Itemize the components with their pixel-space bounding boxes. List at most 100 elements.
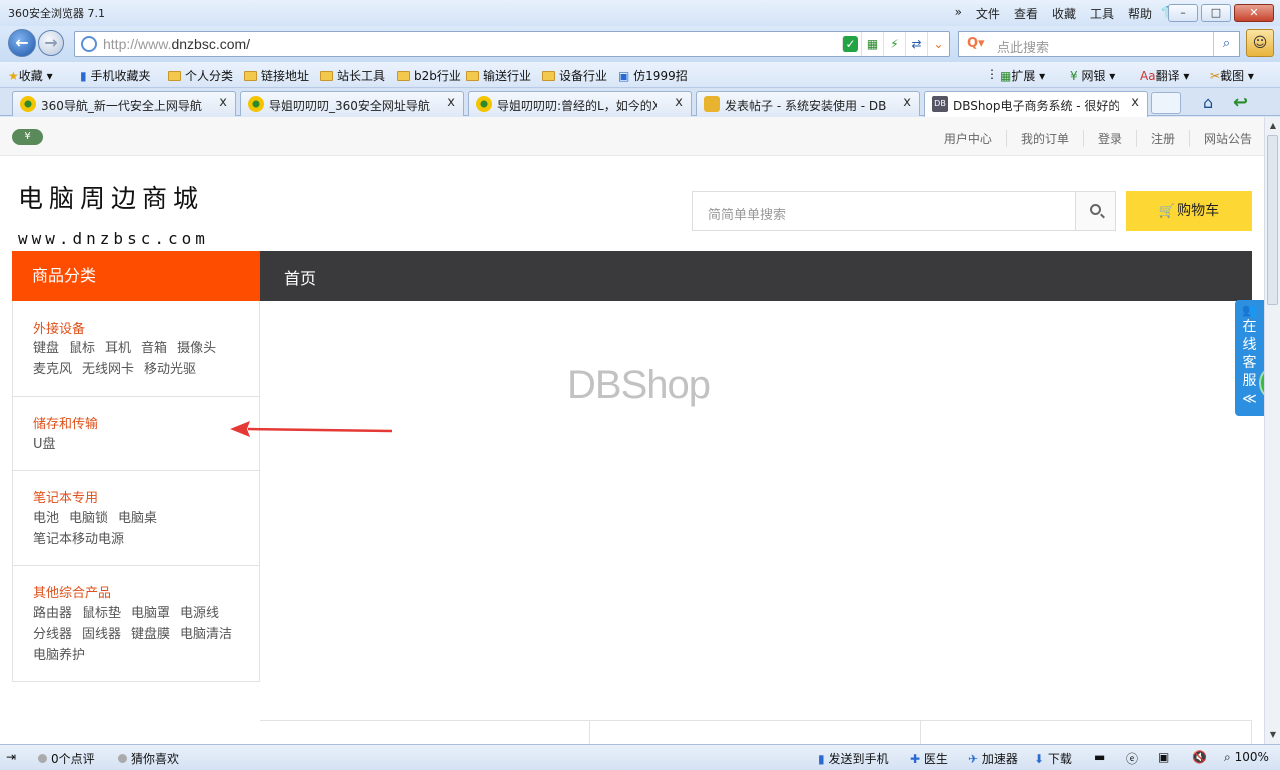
- refresh-icon[interactable]: ⇄: [905, 32, 927, 56]
- comments-link[interactable]: 0个点评: [38, 750, 95, 767]
- tab-360-nav[interactable]: 360导航_新一代安全上网导航 x: [12, 91, 236, 116]
- bookmark-folder[interactable]: 链接地址: [244, 67, 309, 84]
- category-item[interactable]: 电脑罩: [131, 603, 170, 624]
- category-title[interactable]: 其他综合产品: [33, 582, 111, 601]
- currency-pill[interactable]: ¥: [12, 129, 43, 145]
- category-item[interactable]: 电脑养护: [33, 645, 85, 666]
- download-button[interactable]: ⬇ 下载: [1034, 750, 1072, 767]
- category-title[interactable]: 笔记本专用: [33, 487, 98, 506]
- zoom-control[interactable]: ⌕ 100%: [1224, 750, 1269, 765]
- minimize-button[interactable]: –: [1168, 4, 1198, 22]
- search-engine-icon[interactable]: Q▾: [967, 36, 985, 51]
- chevron-down-icon[interactable]: ⌄: [927, 32, 949, 56]
- bookmark-folder[interactable]: 设备行业: [542, 67, 607, 84]
- category-item[interactable]: 音箱: [141, 338, 167, 359]
- category-item[interactable]: 电脑桌: [118, 508, 157, 529]
- tab-post[interactable]: 发表帖子 - 系统安装使用 - DB x: [696, 91, 920, 116]
- cart-button[interactable]: 🛒 购物车: [1126, 191, 1252, 231]
- bookmark-folder[interactable]: 站长工具: [320, 67, 385, 84]
- window-icon[interactable]: ▣: [1158, 750, 1169, 764]
- new-tab-button[interactable]: [1151, 92, 1181, 114]
- bookmark-folder[interactable]: 个人分类: [168, 67, 233, 84]
- address-text[interactable]: http://www.dnzbsc.com/: [103, 36, 250, 52]
- category-item[interactable]: 鼠标: [69, 338, 95, 359]
- category-item[interactable]: U盘: [33, 434, 56, 455]
- tab-close-icon[interactable]: x: [675, 95, 683, 110]
- category-item[interactable]: 笔记本移动电源: [33, 529, 124, 550]
- scroll-up-arrow[interactable]: ▲: [1266, 119, 1280, 133]
- address-bar[interactable]: http://www.dnzbsc.com/ ✓ ▦ ⚡ ⇄ ⌄: [74, 31, 950, 57]
- close-button[interactable]: ✕: [1234, 4, 1274, 22]
- accelerator-button[interactable]: ✈ 加速器: [968, 750, 1018, 767]
- undo-close-tab-icon[interactable]: ↩: [1233, 92, 1248, 113]
- forward-button[interactable]: →: [38, 30, 64, 56]
- maximize-button[interactable]: □: [1201, 4, 1231, 22]
- guess-link[interactable]: 猜你喜欢: [118, 750, 179, 767]
- category-item[interactable]: 分线器: [33, 624, 72, 645]
- bookmark-folder[interactable]: 输送行业: [466, 67, 531, 84]
- category-item[interactable]: 麦克风: [33, 359, 72, 380]
- category-item[interactable]: 固线器: [82, 624, 121, 645]
- exit-icon[interactable]: ⇥: [6, 750, 16, 764]
- shield-icon[interactable]: ✓: [842, 36, 858, 52]
- nav-home[interactable]: 首页: [284, 265, 316, 289]
- reader-icon[interactable]: ▦: [861, 32, 883, 56]
- menu-help[interactable]: 帮助: [1128, 5, 1152, 22]
- link-register[interactable]: 注册: [1135, 130, 1189, 147]
- doctor-button[interactable]: ✚ 医生: [910, 750, 948, 767]
- scroll-down-arrow[interactable]: ▼: [1266, 728, 1280, 742]
- category-header[interactable]: 商品分类: [12, 251, 260, 301]
- tab-close-icon[interactable]: x: [903, 95, 911, 110]
- scroll-thumb[interactable]: [1267, 135, 1278, 305]
- link-user-center[interactable]: 用户中心: [930, 130, 1006, 147]
- site-logo[interactable]: 电脑周边商城: [18, 179, 204, 215]
- ie-icon[interactable]: ⓔ: [1126, 750, 1138, 767]
- send-to-phone[interactable]: ▮ 发送到手机: [818, 750, 888, 767]
- category-item[interactable]: 无线网卡: [82, 359, 134, 380]
- tab-daojie-2[interactable]: 导姐叨叨叨:曾经的L，如今的XL x: [468, 91, 692, 116]
- tab-close-icon[interactable]: x: [447, 95, 455, 110]
- category-title[interactable]: 外接设备: [33, 318, 85, 337]
- mobile-favorites[interactable]: ▮ 手机收藏夹: [80, 67, 150, 84]
- back-button[interactable]: ←: [8, 29, 36, 57]
- bookmark-fang[interactable]: ▣ 仿1999招: [618, 67, 688, 84]
- category-item[interactable]: 键盘膜: [131, 624, 170, 645]
- site-logo-url[interactable]: www.dnzbsc.com: [18, 229, 209, 248]
- home-icon[interactable]: ⌂: [1203, 93, 1213, 112]
- search-input[interactable]: 简简单单搜索: [708, 204, 786, 223]
- link-login[interactable]: 登录: [1082, 130, 1136, 147]
- tab-dbshop[interactable]: DB DBShop电子商务系统 - 很好的电 x: [924, 91, 1148, 117]
- menu-file[interactable]: 文件: [976, 5, 1000, 22]
- online-service-button[interactable]: 👥 在 线 客 服 ≪: [1235, 300, 1264, 416]
- link-my-orders[interactable]: 我的订单: [1005, 130, 1083, 147]
- browser-search[interactable]: Q▾ 点此搜索 ⌕: [958, 31, 1240, 57]
- tab-daojie-1[interactable]: 导姐叨叨叨_360安全网址导航 x: [240, 91, 464, 116]
- extensions-menu[interactable]: ▦扩展 ▾: [1000, 67, 1045, 84]
- lightning-icon[interactable]: ⚡: [883, 32, 905, 56]
- translate-menu[interactable]: Aa翻译 ▾: [1140, 67, 1189, 84]
- menu-view[interactable]: 查看: [1014, 5, 1038, 22]
- tab-close-icon[interactable]: x: [219, 95, 227, 110]
- screenshot-menu[interactable]: ✂截图 ▾: [1210, 67, 1254, 84]
- menu-more[interactable]: »: [955, 5, 962, 22]
- favorites-menu[interactable]: ★收藏 ▾: [8, 67, 53, 84]
- category-item[interactable]: 电源线: [180, 603, 219, 624]
- search-icon[interactable]: ⌕: [1213, 32, 1239, 56]
- tab-close-icon[interactable]: x: [1131, 95, 1139, 110]
- category-title[interactable]: 储存和传输: [33, 413, 98, 432]
- link-announcements[interactable]: 网站公告: [1188, 130, 1252, 147]
- category-item[interactable]: 耳机: [105, 338, 131, 359]
- category-item[interactable]: 电脑清洁: [180, 624, 232, 645]
- category-item[interactable]: 电池: [33, 508, 59, 529]
- category-item[interactable]: 路由器: [33, 603, 72, 624]
- mute-icon[interactable]: 🔇: [1192, 750, 1207, 764]
- user-avatar-icon[interactable]: ☺: [1246, 29, 1274, 57]
- vertical-scrollbar[interactable]: ▲ ▼: [1264, 117, 1280, 744]
- chat-icon[interactable]: ▬: [1094, 750, 1105, 764]
- menu-favorites[interactable]: 收藏: [1052, 5, 1076, 22]
- category-item[interactable]: 电脑锁: [69, 508, 108, 529]
- search-button[interactable]: [1075, 192, 1115, 230]
- category-item[interactable]: 摄像头: [177, 338, 216, 359]
- category-item[interactable]: 移动光驱: [144, 359, 196, 380]
- bookmark-folder[interactable]: b2b行业: [397, 67, 461, 84]
